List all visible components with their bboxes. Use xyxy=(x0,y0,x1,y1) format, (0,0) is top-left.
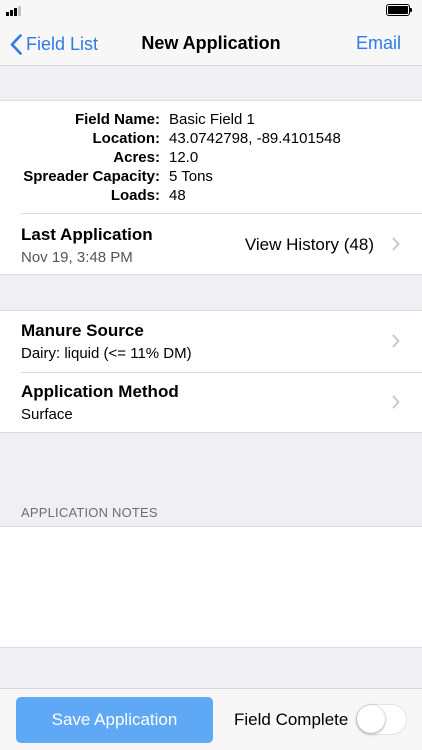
info-label: Location: xyxy=(92,130,161,147)
info-value: 5 Tons xyxy=(169,168,213,185)
view-history-label: View History (48) xyxy=(244,235,374,254)
battery-icon xyxy=(386,4,412,16)
save-application-button[interactable]: Save Application xyxy=(16,697,213,743)
info-value: 43.0742798, -89.4101548 xyxy=(169,130,341,147)
manure-source-cell[interactable]: Manure Source Dairy: liquid (<= 11% DM) xyxy=(0,311,422,372)
info-label: Loads: xyxy=(110,187,160,204)
last-application-date: Nov 19, 3:48 PM xyxy=(21,249,133,266)
last-application-cell[interactable]: Last Application Nov 19, 3:48 PM View Hi… xyxy=(0,214,422,275)
chevron-right-icon xyxy=(392,395,400,409)
application-method-title: Application Method xyxy=(21,382,179,401)
chevron-right-icon xyxy=(392,237,400,251)
info-value: Basic Field 1 xyxy=(169,111,255,128)
field-complete-toggle[interactable] xyxy=(356,704,407,735)
application-settings-group: Manure Source Dairy: liquid (<= 11% DM) … xyxy=(0,310,422,433)
info-value: 12.0 xyxy=(169,149,199,166)
info-value: 48 xyxy=(169,187,186,204)
last-application-title: Last Application xyxy=(21,225,153,244)
manure-source-title: Manure Source xyxy=(21,321,144,340)
info-label: Acres: xyxy=(113,149,160,166)
field-info-group: Field Name: Basic Field 1 Location: 43.0… xyxy=(0,100,422,275)
application-method-cell[interactable]: Application Method Surface xyxy=(0,373,422,433)
info-label: Spreader Capacity: xyxy=(23,168,160,185)
email-button[interactable]: Email xyxy=(356,33,401,54)
navigation-bar: Field List New Application Email xyxy=(0,22,422,66)
application-notes-header: APPLICATION NOTES xyxy=(21,505,158,520)
application-method-value: Surface xyxy=(21,406,73,423)
manure-source-value: Dairy: liquid (<= 11% DM) xyxy=(21,345,192,362)
toggle-knob xyxy=(357,705,385,733)
cellular-signal-icon xyxy=(6,6,21,16)
application-notes-field[interactable] xyxy=(0,526,422,648)
chevron-right-icon xyxy=(392,334,400,348)
field-complete-label: Field Complete xyxy=(234,710,349,729)
bottom-toolbar: Save Application Field Complete xyxy=(0,688,422,750)
status-bar xyxy=(0,0,422,22)
info-label: Field Name: xyxy=(74,111,160,128)
